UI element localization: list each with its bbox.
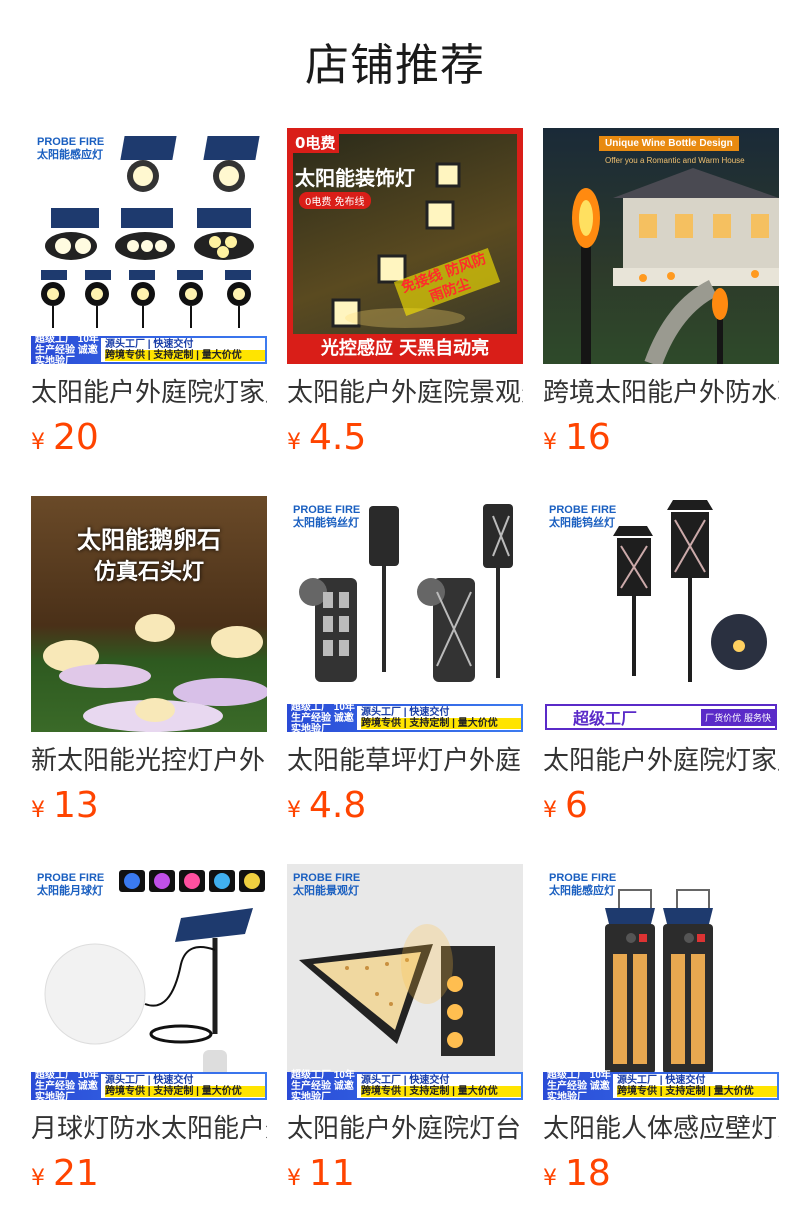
page-title: 店铺推荐 <box>305 40 485 91</box>
factory-badge: 超级工厂 10年生产经验 诚邀实地验厂 源头工厂 | 快速交付 跨境专供 | 支持… <box>543 1070 779 1100</box>
product-card[interactable]: PROBE FIRE 太阳能钨丝灯 超级工厂 10年生产经验 诚邀实地验厂 源头… <box>287 496 523 834</box>
factory-badge: 超级工厂 10年生产经验 诚邀实地验厂 源头工厂 | 快速交付 跨境专供 | 支持… <box>287 702 523 732</box>
product-price: ¥16 <box>543 417 611 458</box>
product-image[interactable]: PROBE FIRE 太阳能感应灯 超级工厂 10年生产经验 诚邀实地验厂 源头… <box>543 864 779 1100</box>
product-name[interactable]: 太阳能户外庭院灯家用 <box>31 376 267 410</box>
product-image[interactable]: PROBE FIRE 太阳能月球灯 超级工厂 10年生产经验 诚邀实地验厂 源头… <box>31 864 267 1100</box>
product-image[interactable]: 太阳能鹅卵石 仿真石头灯 <box>31 496 267 732</box>
product-name[interactable]: 太阳能草坪灯户外庭院 <box>287 744 523 778</box>
product-name[interactable]: 月球灯防水太阳能户外 <box>31 1112 267 1146</box>
product-card[interactable]: Unique Wine Bottle Design Offer you a Ro… <box>543 128 779 466</box>
moon-lamp-illustration <box>44 870 265 1086</box>
product-name[interactable]: 太阳能户外庭院灯台阶 <box>287 1112 523 1146</box>
product-price: ¥6 <box>543 785 588 826</box>
product-image[interactable]: PROBE FIRE 太阳能钨丝灯 超级工厂 10年生产经验 诚邀实地验厂 源头… <box>287 496 523 732</box>
lantern-illustration <box>331 162 465 328</box>
sensor-wall-lights-illustration <box>605 889 713 1074</box>
product-price: ¥13 <box>31 785 99 826</box>
product-image[interactable]: 0电费 太阳能装饰灯 0电费 免布线 免接线 防风防雨防尘 光控感应 天黑自动亮 <box>287 128 523 364</box>
product-name[interactable]: 新太阳能光控灯户外防 <box>31 744 267 778</box>
solar-lights-illustration <box>41 136 260 328</box>
product-price: ¥4.5 <box>287 417 367 458</box>
image-footer: 光控感应 天黑自动亮 <box>287 334 523 364</box>
product-card[interactable]: 太阳能鹅卵石 仿真石头灯 新太阳能光控灯户外防 ¥13 <box>31 496 267 834</box>
house-scene-illustration <box>572 168 779 364</box>
factory-badge: 超级工厂 10年生产经验 诚邀实地验厂 源头工厂 | 快速交付 跨境专供 | 支持… <box>287 1070 523 1100</box>
factory-badge: 超级工厂 10年生产经验 诚邀实地验厂 源头工厂 | 快速交付 跨境专供 | 支持… <box>31 1070 267 1100</box>
product-price: ¥20 <box>31 417 99 458</box>
product-name[interactable]: 太阳能户外庭院灯家用 <box>543 744 779 778</box>
product-card[interactable]: PROBE FIRE 太阳能感应灯 超级工厂 10年生产经验 诚邀实地验厂 源头… <box>543 864 779 1202</box>
product-name[interactable]: 跨境太阳能户外防水草 <box>543 376 779 410</box>
product-price: ¥4.8 <box>287 785 367 826</box>
product-image[interactable]: Unique Wine Bottle Design Offer you a Ro… <box>543 128 779 364</box>
product-card[interactable]: PROBE FIRE 太阳能景观灯 超级工厂 10年生产经验 诚邀实地验厂 源头… <box>287 864 523 1202</box>
product-price: ¥11 <box>287 1153 355 1194</box>
product-image[interactable]: PROBE FIRE 太阳能钨丝灯 超级工厂 厂货价优 服务快 <box>543 496 779 732</box>
product-price: ¥21 <box>31 1153 99 1194</box>
stone-lights-illustration <box>43 614 267 732</box>
product-card[interactable]: 0电费 太阳能装饰灯 0电费 免布线 免接线 防风防雨防尘 光控感应 天黑自动亮… <box>287 128 523 466</box>
product-name[interactable]: 太阳能户外庭院景观灯 <box>287 376 523 410</box>
product-price: ¥18 <box>543 1153 611 1194</box>
product-card[interactable]: PROBE FIRE 太阳能感应灯 超级工厂 10年生产经验 诚邀实地验厂 源头… <box>31 128 267 466</box>
lantern-lamps-illustration <box>613 500 767 682</box>
product-card[interactable]: PROBE FIRE 太阳能钨丝灯 超级工厂 厂货价优 服务快 太阳能户外庭院灯… <box>543 496 779 834</box>
product-card[interactable]: PROBE FIRE 太阳能月球灯 超级工厂 10年生产经验 诚邀实地验厂 源头… <box>31 864 267 1202</box>
factory-banner: 超级工厂 厂货价优 服务快 <box>545 704 777 730</box>
tungsten-lamps-illustration <box>299 504 513 682</box>
factory-badge: 超级工厂 10年生产经验 诚邀实地验厂 源头工厂 | 快速交付 跨境专供 | 支持… <box>31 334 267 364</box>
product-name[interactable]: 太阳能人体感应壁灯家 <box>543 1112 779 1146</box>
product-image[interactable]: PROBE FIRE 太阳能感应灯 超级工厂 10年生产经验 诚邀实地验厂 源头… <box>31 128 267 364</box>
wall-lamp-illustration <box>299 924 495 1056</box>
product-image[interactable]: PROBE FIRE 太阳能景观灯 超级工厂 10年生产经验 诚邀实地验厂 源头… <box>287 864 523 1100</box>
